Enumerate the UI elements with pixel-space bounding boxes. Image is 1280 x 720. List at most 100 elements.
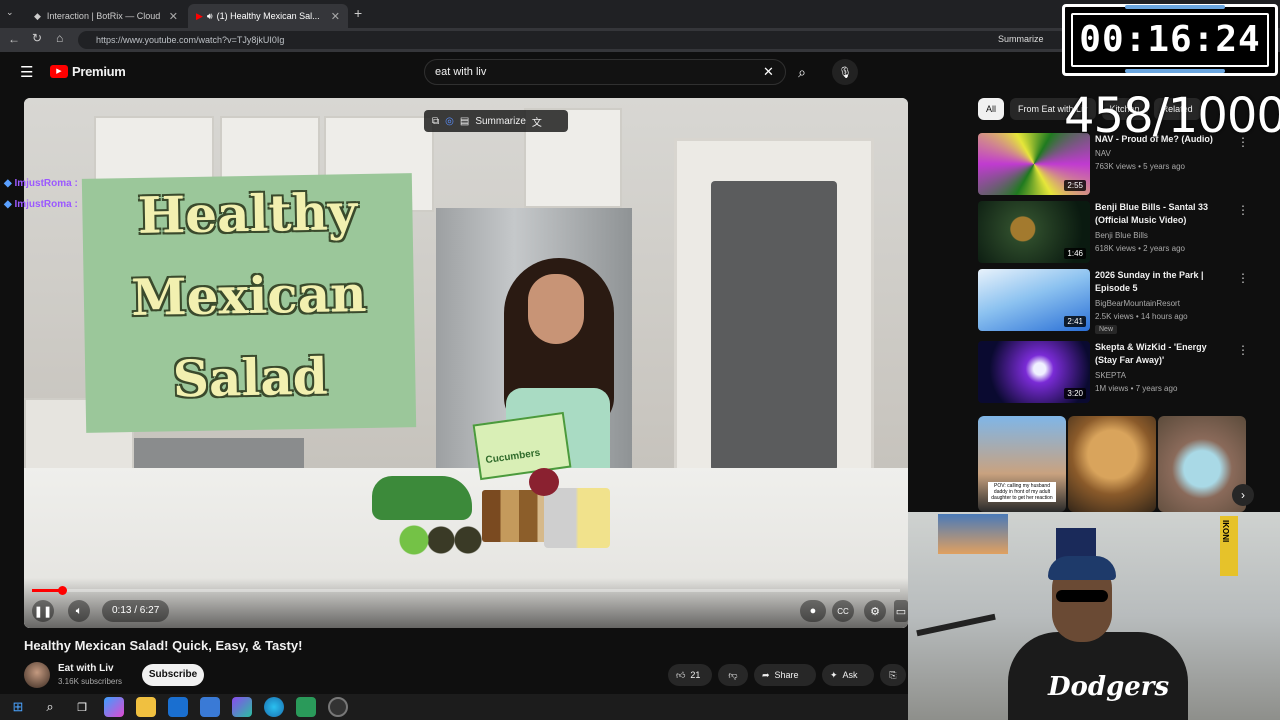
jersey-text: Dodgers <box>1048 672 1170 702</box>
recommendation-item[interactable]: 2:41 2026 Sunday in the Park | Episode 5… <box>978 269 1278 334</box>
close-icon[interactable]: ✕ <box>331 10 340 23</box>
miniplayer-button[interactable]: ▭ <box>894 600 908 622</box>
title-card: Healthy Mexican Salad <box>81 173 417 433</box>
scrubber-handle[interactable] <box>57 586 67 595</box>
summarize-button[interactable]: Summarize <box>998 34 1044 44</box>
short-thumbnail[interactable]: POV: calling my husband daddy in front o… <box>978 416 1066 512</box>
shorts-next-icon[interactable]: › <box>1232 484 1254 506</box>
home-icon[interactable]: ⌂ <box>56 31 63 45</box>
like-button[interactable]: 👍︎ 21 <box>668 664 712 686</box>
store-icon[interactable] <box>200 697 220 717</box>
windows-taskbar: ⊞ ⌕ ❐ <box>0 694 908 720</box>
ask-button[interactable]: ✦ Ask <box>822 664 874 686</box>
door-glass <box>711 181 837 471</box>
loop-icon[interactable]: ◎ <box>445 116 454 127</box>
autoplay-toggle[interactable]: ● <box>800 600 826 622</box>
menu-icon[interactable]: ☰ <box>20 63 33 81</box>
youtube-logo-icon: ▶ <box>50 65 68 78</box>
captions-button[interactable]: CC <box>832 600 854 622</box>
volume-button[interactable]: 🔈︎ <box>68 600 90 622</box>
more-options-icon[interactable]: ⋮ <box>1237 271 1249 285</box>
video-thumbnail[interactable]: 3:20 <box>978 341 1090 403</box>
new-tab-icon[interactable]: + <box>354 5 362 21</box>
close-icon[interactable]: ✕ <box>169 10 178 23</box>
subscribe-button[interactable]: Subscribe <box>142 664 204 686</box>
search-button[interactable]: ⌕ <box>786 59 818 85</box>
outlook-icon[interactable] <box>168 697 188 717</box>
obs-icon[interactable] <box>328 697 348 717</box>
pause-button[interactable]: ❚❚ <box>32 600 54 622</box>
video-thumbnail[interactable]: 2:41 <box>978 269 1090 331</box>
rec-meta: 763K views • 5 years ago <box>1095 162 1185 171</box>
back-icon[interactable]: ← <box>8 32 20 46</box>
copilot-icon[interactable] <box>104 697 124 717</box>
settings-gear-icon[interactable]: ⚙ <box>864 600 886 622</box>
overlay-summarize-button[interactable]: Summarize <box>475 116 526 127</box>
channel-avatar[interactable] <box>24 662 50 688</box>
product-label: Cucumbers <box>484 447 541 467</box>
reload-icon[interactable]: ↻ <box>32 31 42 45</box>
rec-title[interactable]: Benji Blue Bills - Santal 33 (Official M… <box>1095 201 1231 227</box>
timer-bar-top <box>1125 5 1225 9</box>
short-thumbnail[interactable] <box>1068 416 1156 512</box>
chip-all[interactable]: All <box>978 98 1005 120</box>
player-controls: ❚❚ 🔈︎ 0:13 / 6:27 ● CC ⚙ ▭ <box>24 578 908 628</box>
mic-arm <box>916 613 996 637</box>
youtube-favicon-icon: ▶ <box>196 10 203 21</box>
dislike-button[interactable]: 👎︎ <box>718 664 748 686</box>
duration-badge: 2:41 <box>1064 316 1086 327</box>
app-icon[interactable] <box>232 697 252 717</box>
search-icon: ⌕ <box>798 63 806 80</box>
app-icon[interactable] <box>296 697 316 717</box>
windows-start-icon[interactable]: ⊞ <box>8 697 28 717</box>
clear-search-icon[interactable]: ✕ <box>763 64 774 80</box>
rec-title[interactable]: Skepta & WizKid - 'Energy (Stay Far Away… <box>1095 341 1231 367</box>
speaker-icon[interactable]: 🔊︎ <box>207 11 213 22</box>
duration-badge: 3:20 <box>1064 388 1086 399</box>
save-button[interactable]: ⎘ <box>880 664 906 686</box>
screenshot-icon[interactable]: ⧉ <box>432 116 439 127</box>
avocados <box>396 516 486 556</box>
rec-channel[interactable]: Benji Blue Bills <box>1095 231 1148 240</box>
share-icon: ➦ <box>762 670 770 680</box>
more-options-icon[interactable]: ⋮ <box>1237 203 1249 217</box>
video-thumbnail[interactable]: 1:46 <box>978 201 1090 263</box>
file-explorer-icon[interactable] <box>136 697 156 717</box>
channel-name[interactable]: Eat with Liv <box>58 663 114 674</box>
recommendation-item[interactable]: 1:46 Benji Blue Bills - Santal 33 (Offic… <box>978 201 1278 265</box>
tab-youtube[interactable]: ▶ 🔊︎ (1) Healthy Mexican Sal... ✕ <box>188 4 348 28</box>
rec-channel[interactable]: BigBearMountainResort <box>1095 299 1180 308</box>
share-button[interactable]: ➦ Share <box>754 664 816 686</box>
tab-botrix[interactable]: ◆ Interaction | BotRix — Cloud ✕ <box>26 4 186 28</box>
short-caption: POV: calling my husband daddy in front o… <box>988 482 1056 502</box>
rec-channel[interactable]: SKEPTA <box>1095 371 1126 380</box>
edge-icon[interactable] <box>264 697 284 717</box>
voice-search-button[interactable]: 🎙︎ <box>832 59 858 85</box>
progress-bar[interactable] <box>32 586 900 595</box>
sign-text: IKONI <box>1221 520 1230 543</box>
time-display: 0:13 / 6:27 <box>102 600 170 622</box>
recommendation-item[interactable]: 3:20 Skepta & WizKid - 'Energy (Stay Far… <box>978 341 1278 405</box>
video-player[interactable]: Cucumbers Healthy Mexican Salad ⧉ ◎ ▤ Su… <box>24 98 908 628</box>
thumbs-down-icon: 👎︎ <box>728 670 738 680</box>
chat-badge-icon: ◆ <box>4 178 12 189</box>
search-input[interactable]: eat with liv <box>424 59 786 85</box>
task-view-icon[interactable]: ❐ <box>72 697 92 717</box>
webcam-feed: IKONI Dodgers <box>908 512 1280 720</box>
url-field[interactable]: https://www.youtube.com/watch?v=TJy8jkUI… <box>78 31 1068 49</box>
translate-icon[interactable]: 文 <box>532 114 542 129</box>
chat-message: ◆ ImjustRoma : <box>4 178 78 189</box>
duration-badge: 1:46 <box>1064 248 1086 259</box>
timer-value: 00:16:24 <box>1071 13 1269 67</box>
chat-badge-icon: ◆ <box>4 199 12 210</box>
rec-title[interactable]: 2026 Sunday in the Park | Episode 5 <box>1095 269 1231 295</box>
rec-channel[interactable]: NAV <box>1095 149 1111 158</box>
search-icon[interactable]: ⌕ <box>40 697 60 717</box>
rec-meta: 2.5K views • 14 hours ago <box>1095 312 1188 321</box>
tab-list-chevron-icon[interactable]: ⌄ <box>6 7 14 18</box>
youtube-logo[interactable]: ▶ Premium <box>50 64 126 79</box>
thumbs-up-icon: 👍︎ <box>676 670 686 680</box>
stream-timer: 00:16:24 <box>1062 4 1278 76</box>
more-options-icon[interactable]: ⋮ <box>1237 343 1249 357</box>
document-icon[interactable]: ▤ <box>460 116 469 127</box>
